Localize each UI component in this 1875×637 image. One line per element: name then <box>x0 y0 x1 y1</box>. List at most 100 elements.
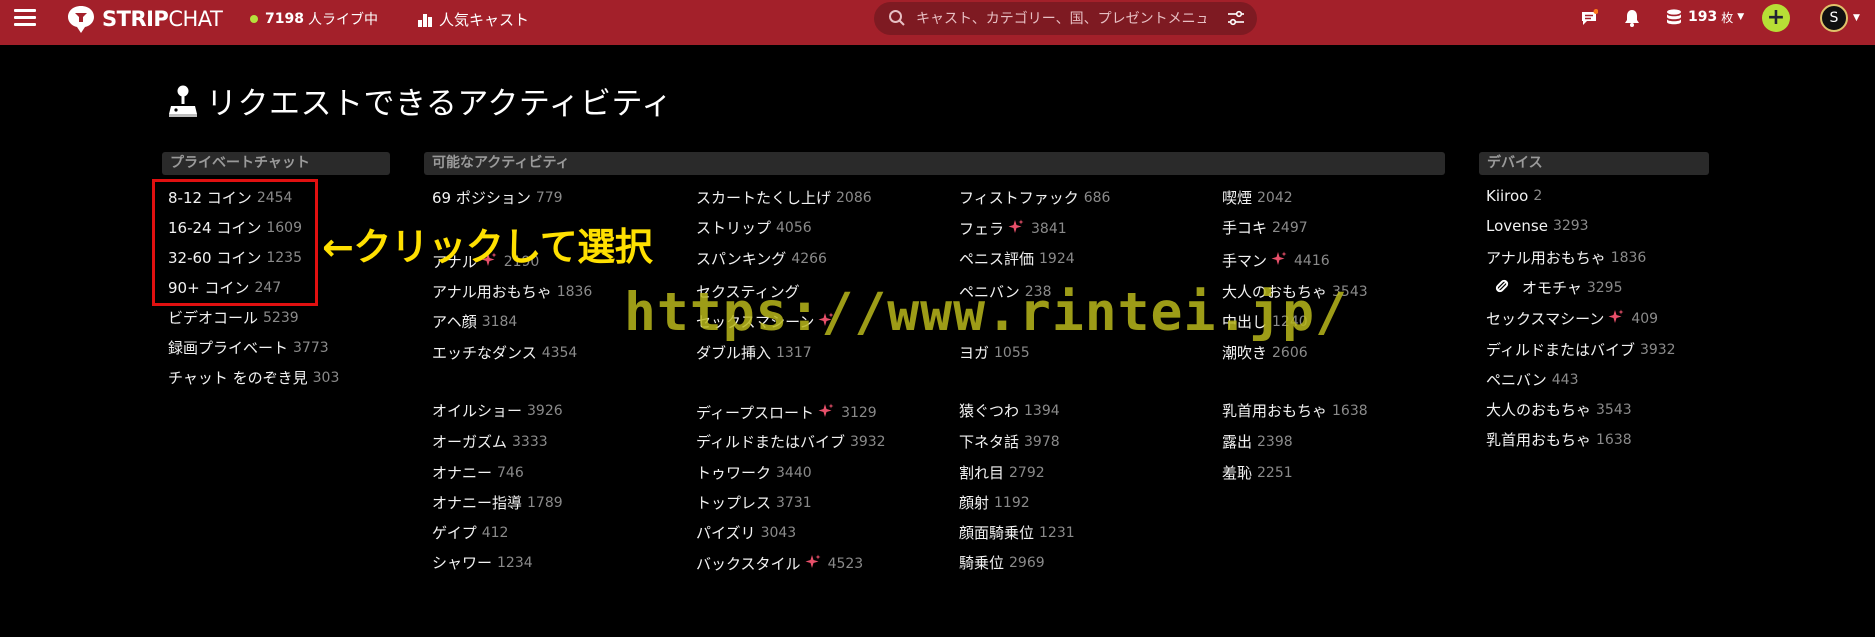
list-item[interactable]: Lovense 3293 <box>1486 217 1589 235</box>
list-item[interactable]: 露出 2398 <box>1222 431 1293 452</box>
list-item[interactable]: ゲイプ 412 <box>432 522 508 543</box>
item-count: 1924 <box>1039 250 1075 267</box>
sparkle-icon <box>805 554 821 574</box>
list-item[interactable]: ビデオコール 5239 <box>168 307 299 328</box>
list-item[interactable]: 猿ぐつわ 1394 <box>959 400 1060 421</box>
item-label: ゲイプ <box>432 524 477 542</box>
ranking-icon <box>418 13 432 27</box>
item-count: 3440 <box>776 464 812 481</box>
list-item[interactable]: 手コキ 2497 <box>1222 217 1308 238</box>
messages-icon[interactable] <box>1580 9 1598 27</box>
item-count: 2042 <box>1257 189 1293 206</box>
list-item[interactable]: オイルショー 3926 <box>432 400 563 421</box>
list-item[interactable]: 下ネタ話 3978 <box>959 431 1060 452</box>
toy-icon <box>1494 278 1510 298</box>
item-label: オナニー <box>432 464 493 482</box>
list-item[interactable]: ペニバン 443 <box>1486 369 1579 390</box>
list-item[interactable]: 録画プライベート 3773 <box>168 337 329 358</box>
list-item[interactable]: 手マン 4416 <box>1222 250 1330 271</box>
list-item[interactable]: ヨガ 1055 <box>959 342 1030 363</box>
list-item[interactable]: 大人のおもちゃ 3543 <box>1486 399 1632 420</box>
list-item[interactable]: オナニー指導 1789 <box>432 492 563 513</box>
list-item[interactable]: フェラ 3841 <box>959 218 1067 239</box>
menu-icon[interactable] <box>14 9 36 27</box>
item-label: Kiiroo <box>1486 187 1529 205</box>
logo-text: STRIP <box>102 7 169 31</box>
coin-balance[interactable]: 193 枚 ▼ <box>1666 8 1744 26</box>
list-item[interactable]: オモチャ 3295 <box>1486 277 1623 298</box>
list-item[interactable]: アヘ顔 3184 <box>432 311 517 332</box>
list-item[interactable]: 潮吹き 2606 <box>1222 342 1308 363</box>
coins-icon <box>1667 9 1681 25</box>
live-count-link[interactable]: 7198 人ライブ中 <box>250 9 378 29</box>
item-label: 下ネタ話 <box>959 433 1020 451</box>
list-item[interactable]: チャット をのぞき見 303 <box>168 367 339 388</box>
list-item[interactable]: ダブル挿入 1317 <box>696 342 812 363</box>
item-label: フィストファック <box>959 189 1079 207</box>
list-item[interactable]: シャワー 1234 <box>432 552 533 573</box>
item-count: 2398 <box>1257 433 1293 450</box>
item-label: ペニバン <box>1486 371 1547 389</box>
list-item[interactable]: バックスタイル 4523 <box>696 553 863 574</box>
item-count: 4266 <box>791 250 827 267</box>
buy-coins-button[interactable]: + <box>1762 4 1790 32</box>
item-label: 乳首用おもちゃ <box>1222 402 1328 420</box>
list-item[interactable]: パイズリ 3043 <box>696 522 796 543</box>
item-count: 3926 <box>527 402 563 419</box>
list-item[interactable]: ペニス評価 1924 <box>959 248 1075 269</box>
logo-text-thin: CHAT <box>168 7 223 31</box>
item-count: 2251 <box>1257 464 1293 481</box>
activities-heading: 可能なアクティビティ <box>424 152 1445 175</box>
list-item[interactable]: セックスマシーン 409 <box>1486 308 1658 329</box>
item-count: 2497 <box>1272 219 1308 236</box>
list-item[interactable]: アナル用おもちゃ 1836 <box>1486 247 1646 268</box>
devices-heading: デバイス <box>1479 152 1709 175</box>
item-label: 喫煙 <box>1222 189 1253 207</box>
item-label: 顔面騎乗位 <box>959 524 1035 542</box>
site-logo[interactable]: STRIPCHAT <box>66 4 223 34</box>
list-item[interactable]: トップレス 3731 <box>696 492 812 513</box>
item-count: 2606 <box>1272 344 1308 361</box>
list-item[interactable]: オーガズム 3333 <box>432 431 548 452</box>
item-label: 大人のおもちゃ <box>1486 401 1592 419</box>
list-item[interactable]: 乳首用おもちゃ 1638 <box>1486 429 1632 450</box>
chevron-down-icon[interactable]: ▼ <box>1853 13 1860 23</box>
list-item[interactable]: ディルドまたはバイブ 3932 <box>1486 339 1676 360</box>
popular-casts-link[interactable]: 人気キャスト <box>417 9 529 30</box>
list-item[interactable]: ディープスロート 3129 <box>696 402 877 423</box>
item-count: 303 <box>312 369 340 386</box>
list-item[interactable]: 顔射 1192 <box>959 492 1030 513</box>
item-count: 3543 <box>1596 401 1632 418</box>
list-item[interactable]: 喫煙 2042 <box>1222 187 1293 208</box>
item-count: 3184 <box>481 313 518 330</box>
list-item[interactable]: 騎乗位 2969 <box>959 552 1045 573</box>
item-count: 1836 <box>556 283 593 300</box>
list-item[interactable]: スパンキング 4266 <box>696 248 827 269</box>
sparkle-icon <box>818 403 834 423</box>
list-item[interactable]: スカートたくし上げ 2086 <box>696 187 872 208</box>
list-item[interactable]: 顔面騎乗位 1231 <box>959 522 1075 543</box>
item-count: 3841 <box>1031 220 1067 237</box>
list-item[interactable]: 69 ポジション 779 <box>432 187 563 208</box>
item-label: オーガズム <box>432 433 508 451</box>
logo-icon <box>68 6 94 33</box>
list-item[interactable]: 割れ目 2792 <box>959 462 1045 483</box>
item-count: 3773 <box>293 339 329 356</box>
item-count: 2792 <box>1009 464 1045 481</box>
list-item[interactable]: Kiiroo 2 <box>1486 187 1542 205</box>
filter-icon[interactable] <box>1227 10 1245 26</box>
list-item[interactable]: ディルドまたはバイブ 3932 <box>696 431 886 452</box>
list-item[interactable]: フィストファック 686 <box>959 187 1110 208</box>
list-item[interactable]: 羞恥 2251 <box>1222 462 1293 483</box>
item-label: オイルショー <box>432 402 523 420</box>
item-count: 3129 <box>841 404 877 421</box>
list-item[interactable]: オナニー 746 <box>432 462 524 483</box>
avatar[interactable]: S <box>1820 4 1848 32</box>
list-item[interactable]: アナル用おもちゃ 1836 <box>432 281 592 302</box>
list-item[interactable]: トゥワーク 3440 <box>696 462 812 483</box>
search-input[interactable] <box>916 8 1206 30</box>
list-item[interactable]: 乳首用おもちゃ 1638 <box>1222 400 1368 421</box>
list-item[interactable]: エッチなダンス 4354 <box>432 342 577 363</box>
bell-icon[interactable] <box>1624 9 1640 27</box>
list-item[interactable]: ストリップ 4056 <box>696 217 812 238</box>
